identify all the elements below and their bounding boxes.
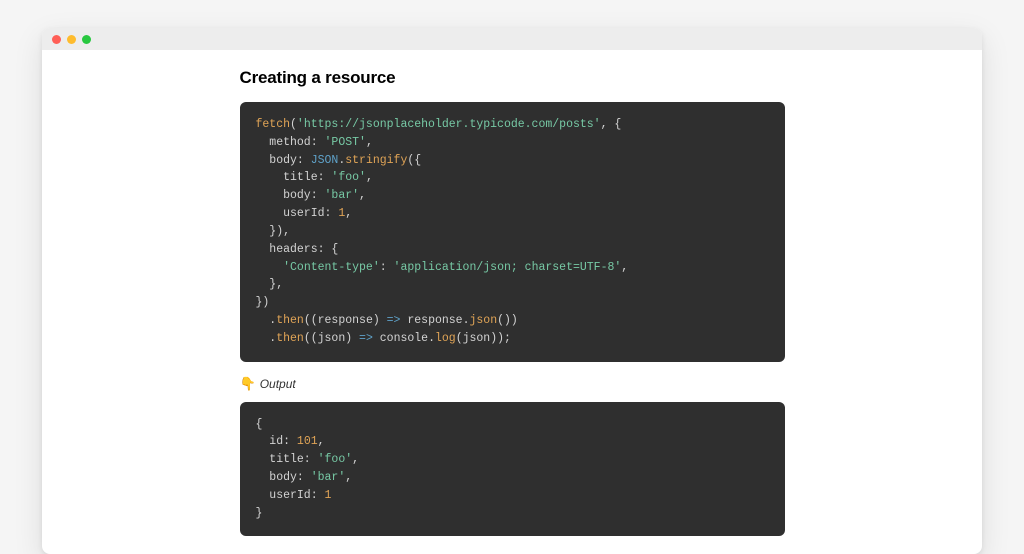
code-token: title: (256, 171, 332, 184)
code-token: ((response) (304, 314, 387, 327)
code-token: body: (256, 189, 325, 202)
code-token: title: (256, 453, 318, 466)
minimize-icon[interactable] (67, 35, 76, 44)
code-token: , (359, 189, 366, 202)
code-token: , (345, 207, 352, 220)
code-token: id: (256, 435, 297, 448)
code-token: , (621, 261, 628, 274)
maximize-icon[interactable] (82, 35, 91, 44)
code-token: console. (373, 332, 435, 345)
code-token: response. (400, 314, 469, 327)
code-token: , (318, 435, 325, 448)
code-token: , (352, 453, 359, 466)
code-token: then (276, 332, 304, 345)
close-icon[interactable] (52, 35, 61, 44)
code-token: userId: (256, 489, 325, 502)
code-token: body: (256, 154, 311, 167)
code-token: 'foo' (331, 171, 366, 184)
code-token: stringify (345, 154, 407, 167)
page-content: Creating a resource fetch('https://jsonp… (42, 50, 982, 554)
code-token: 'foo' (318, 453, 353, 466)
code-token: }) (256, 296, 270, 309)
section-heading: Creating a resource (240, 68, 785, 88)
code-token: 'https://jsonplaceholder.typicode.com/po… (297, 118, 601, 131)
code-token: body: (256, 471, 311, 484)
code-token: 'application/json; charset=UTF-8' (394, 261, 622, 274)
code-token: 'Content-type' (283, 261, 380, 274)
code-token: 'bar' (311, 471, 346, 484)
code-token: then (276, 314, 304, 327)
browser-window: Creating a resource fetch('https://jsonp… (42, 28, 982, 554)
output-label-text: Output (260, 377, 296, 391)
code-token: headers: { (256, 243, 339, 256)
code-token: => (359, 332, 373, 345)
code-token: ()) (497, 314, 518, 327)
code-token: 'POST' (325, 136, 366, 149)
code-token: method: (256, 136, 325, 149)
window-titlebar (42, 28, 982, 50)
code-token: }), (256, 225, 291, 238)
code-token (256, 261, 284, 274)
code-token: { (256, 418, 263, 431)
code-token: JSON (311, 154, 339, 167)
response-code-block: { id: 101, title: 'foo', body: 'bar', us… (240, 402, 785, 537)
code-token: 'bar' (325, 189, 360, 202)
code-token: log (435, 332, 456, 345)
code-token: 101 (297, 435, 318, 448)
code-token: } (256, 507, 263, 520)
code-token: fetch (256, 118, 291, 131)
code-token: ((json) (304, 332, 359, 345)
code-token: 1 (325, 489, 332, 502)
code-token: }, (256, 278, 284, 291)
request-code-block: fetch('https://jsonplaceholder.typicode.… (240, 102, 785, 362)
code-token: ( (290, 118, 297, 131)
code-token: ({ (407, 154, 421, 167)
code-token: (json)); (456, 332, 511, 345)
code-token: , (345, 471, 352, 484)
code-token: userId: (256, 207, 339, 220)
code-token: . (256, 314, 277, 327)
point-down-icon: 👇 (240, 376, 256, 392)
output-label: 👇 Output (240, 376, 785, 392)
code-token: => (387, 314, 401, 327)
code-token: , { (601, 118, 622, 131)
code-token: json (469, 314, 497, 327)
code-token: , (366, 171, 373, 184)
code-token: : (380, 261, 394, 274)
code-token: . (256, 332, 277, 345)
code-token: , (366, 136, 373, 149)
